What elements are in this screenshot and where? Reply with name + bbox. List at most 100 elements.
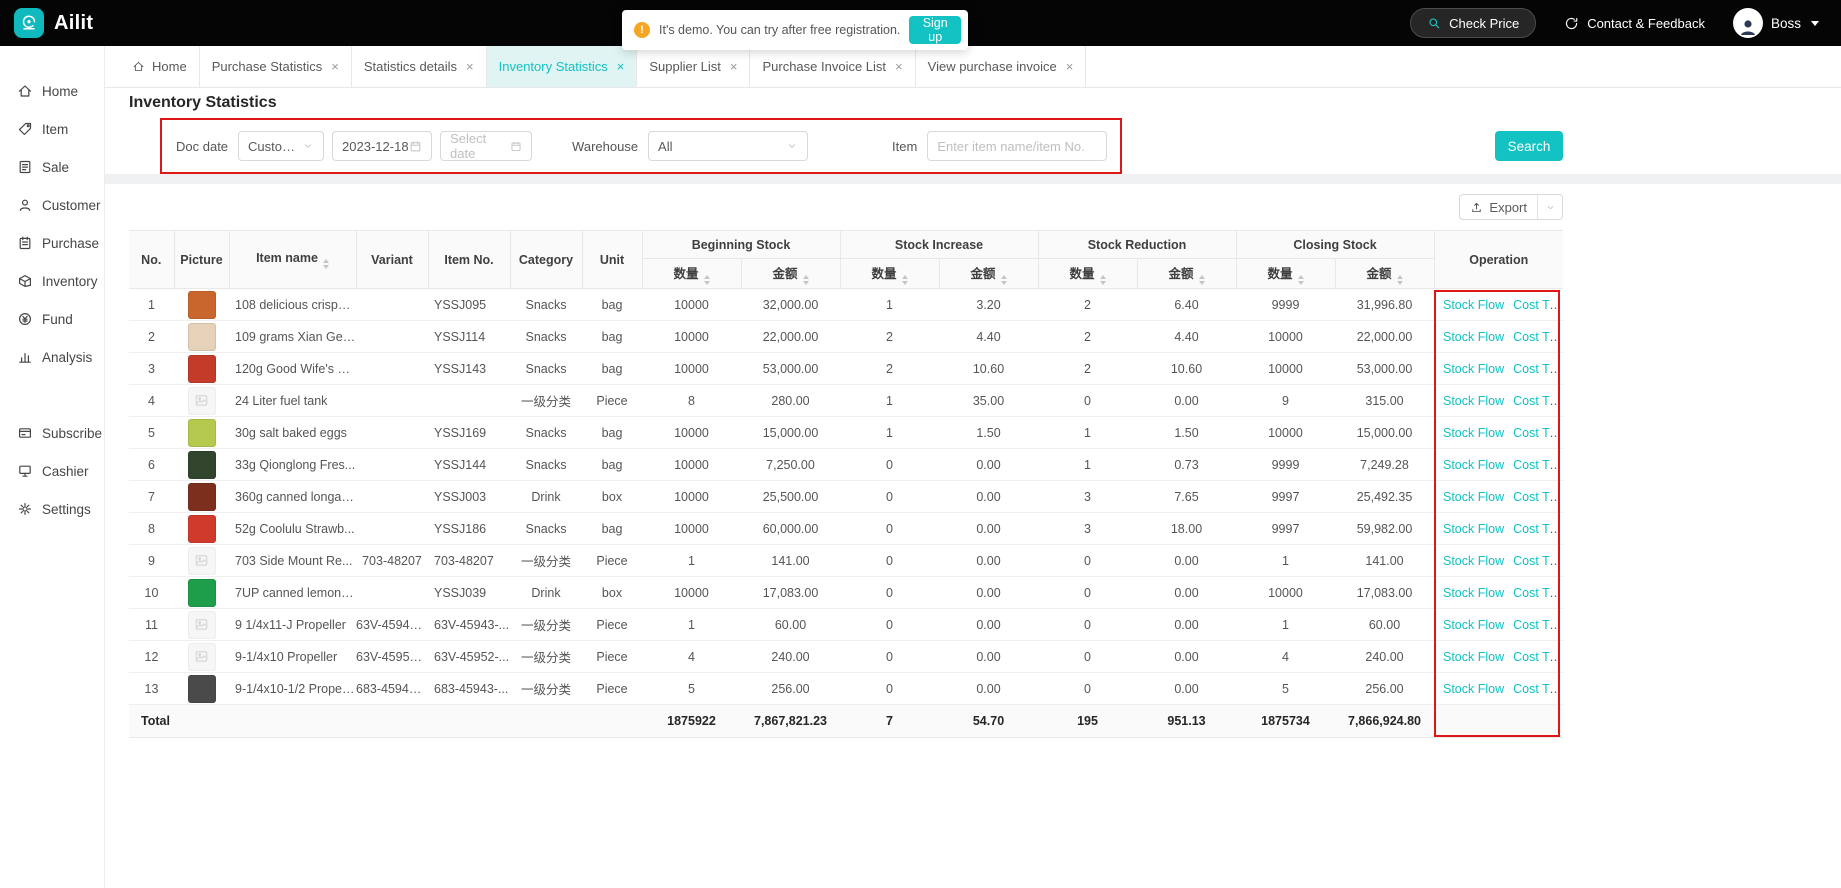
column-beginning-amount[interactable]: 金额 xyxy=(741,258,841,289)
sort-icon[interactable] xyxy=(1297,274,1304,285)
cell-picture[interactable] xyxy=(174,576,229,609)
stock-flow-link[interactable]: Stock Flow xyxy=(1443,330,1504,344)
tab-home[interactable]: Home xyxy=(120,46,200,87)
user-menu[interactable]: Boss xyxy=(1732,8,1819,38)
cost-transaction-link[interactable]: Cost Tr... xyxy=(1513,522,1563,536)
cost-transaction-link[interactable]: Cost Tr... xyxy=(1513,458,1563,472)
stock-flow-link[interactable]: Stock Flow xyxy=(1443,650,1504,664)
cell-value: 0 xyxy=(1038,544,1137,577)
cost-transaction-link[interactable]: Cost Tr... xyxy=(1513,650,1563,664)
stock-flow-link[interactable]: Stock Flow xyxy=(1443,554,1504,568)
column-item-name[interactable]: Item name xyxy=(229,230,357,289)
cost-transaction-link[interactable]: Cost Tr... xyxy=(1513,682,1563,696)
cost-transaction-link[interactable]: Cost Tr... xyxy=(1513,554,1563,568)
column-closing-qty[interactable]: 数量 xyxy=(1236,258,1336,289)
sort-icon[interactable] xyxy=(703,274,710,285)
contact-feedback-button[interactable]: Contact & Feedback xyxy=(1564,16,1705,31)
close-icon[interactable]: × xyxy=(895,60,903,73)
cost-transaction-link[interactable]: Cost Tr... xyxy=(1513,362,1563,376)
sort-icon[interactable] xyxy=(1198,274,1205,285)
sort-icon[interactable] xyxy=(802,274,809,285)
logo[interactable]: Ailit xyxy=(14,8,93,38)
sidebar-item-purchase[interactable]: Purchase xyxy=(0,224,104,262)
cell-picture[interactable] xyxy=(174,384,229,417)
stock-flow-link[interactable]: Stock Flow xyxy=(1443,362,1504,376)
cell-picture[interactable] xyxy=(174,320,229,353)
stock-flow-link[interactable]: Stock Flow xyxy=(1443,586,1504,600)
sort-icon[interactable] xyxy=(322,258,329,269)
cell-value: 9997 xyxy=(1236,512,1335,545)
column-reduction-amount[interactable]: 金额 xyxy=(1137,258,1237,289)
close-icon[interactable]: × xyxy=(617,60,625,73)
column-closing-amount[interactable]: 金额 xyxy=(1335,258,1435,289)
tab-supplier-list[interactable]: Supplier List × xyxy=(637,46,751,87)
cell-picture[interactable] xyxy=(174,448,229,481)
cell-item-name: 9-1/4x10 Propeller xyxy=(229,640,356,673)
stock-flow-link[interactable]: Stock Flow xyxy=(1443,618,1504,632)
tab-purchase-invoice-list[interactable]: Purchase Invoice List × xyxy=(750,46,916,87)
cell-picture[interactable] xyxy=(174,352,229,385)
close-icon[interactable]: × xyxy=(1066,60,1074,73)
close-icon[interactable]: × xyxy=(730,60,738,73)
cost-transaction-link[interactable]: Cost Tr... xyxy=(1513,394,1563,408)
tab-statistics-details[interactable]: Statistics details × xyxy=(352,46,487,87)
column-increase-amount[interactable]: 金额 xyxy=(939,258,1039,289)
stock-flow-link[interactable]: Stock Flow xyxy=(1443,458,1504,472)
close-icon[interactable]: × xyxy=(331,60,339,73)
stock-flow-link[interactable]: Stock Flow xyxy=(1443,682,1504,696)
check-price-button[interactable]: Check Price xyxy=(1410,8,1537,38)
cost-transaction-link[interactable]: Cost Tr... xyxy=(1513,586,1563,600)
stock-flow-link[interactable]: Stock Flow xyxy=(1443,298,1504,312)
export-dropdown-button[interactable] xyxy=(1538,195,1562,219)
sidebar-item-item[interactable]: Item xyxy=(0,110,104,148)
sidebar-item-cashier[interactable]: Cashier xyxy=(0,452,104,490)
export-button[interactable]: Export xyxy=(1459,194,1563,220)
sidebar-item-subscribe[interactable]: Subscribe xyxy=(0,414,104,452)
column-reduction-qty[interactable]: 数量 xyxy=(1038,258,1138,289)
sidebar-item-customer[interactable]: Customer xyxy=(0,186,104,224)
sort-icon[interactable] xyxy=(1000,274,1007,285)
cell-value: 256.00 xyxy=(741,672,840,705)
export-icon xyxy=(1470,201,1483,214)
cell-picture[interactable] xyxy=(174,544,229,577)
date-from-picker[interactable]: 2023-12-18 xyxy=(332,131,433,161)
stock-flow-link[interactable]: Stock Flow xyxy=(1443,394,1504,408)
cost-transaction-link[interactable]: Cost Tr... xyxy=(1513,330,1563,344)
cost-transaction-link[interactable]: Cost Tr... xyxy=(1513,426,1563,440)
column-beginning-qty[interactable]: 数量 xyxy=(642,258,742,289)
sort-icon[interactable] xyxy=(1396,274,1403,285)
stock-flow-link[interactable]: Stock Flow xyxy=(1443,522,1504,536)
search-button[interactable]: Search xyxy=(1495,131,1563,161)
cell-picture[interactable] xyxy=(174,640,229,673)
item-input[interactable] xyxy=(927,131,1108,161)
fund-icon xyxy=(17,311,33,327)
sidebar-item-settings[interactable]: Settings xyxy=(0,490,104,528)
tab-purchase-statistics[interactable]: Purchase Statistics × xyxy=(200,46,352,87)
cell-picture[interactable] xyxy=(174,512,229,545)
cell-picture[interactable] xyxy=(174,608,229,641)
stock-flow-link[interactable]: Stock Flow xyxy=(1443,490,1504,504)
signup-button[interactable]: Sign up xyxy=(909,16,961,44)
sidebar-item-home[interactable]: Home xyxy=(0,72,104,110)
cell-picture[interactable] xyxy=(174,288,229,321)
cost-transaction-link[interactable]: Cost Tr... xyxy=(1513,618,1563,632)
warehouse-select[interactable]: All xyxy=(648,131,809,161)
date-mode-select[interactable]: Custom... xyxy=(238,131,325,161)
tab-inventory-statistics[interactable]: Inventory Statistics × xyxy=(486,46,638,87)
sidebar-item-analysis[interactable]: Analysis xyxy=(0,338,104,376)
stock-flow-link[interactable]: Stock Flow xyxy=(1443,426,1504,440)
close-icon[interactable]: × xyxy=(466,60,474,73)
sort-icon[interactable] xyxy=(1099,274,1106,285)
sort-icon[interactable] xyxy=(901,274,908,285)
sidebar-item-inventory[interactable]: Inventory xyxy=(0,262,104,300)
cell-picture[interactable] xyxy=(174,480,229,513)
sidebar-item-fund[interactable]: Fund xyxy=(0,300,104,338)
tab-view-purchase-invoice[interactable]: View purchase invoice × xyxy=(916,46,1087,87)
cell-picture[interactable] xyxy=(174,416,229,449)
cost-transaction-link[interactable]: Cost Tr... xyxy=(1513,298,1563,312)
date-to-picker[interactable]: Select date xyxy=(440,131,533,161)
sidebar-item-sale[interactable]: Sale xyxy=(0,148,104,186)
cost-transaction-link[interactable]: Cost Tr... xyxy=(1513,490,1563,504)
column-increase-qty[interactable]: 数量 xyxy=(840,258,940,289)
cell-picture[interactable] xyxy=(174,672,229,705)
